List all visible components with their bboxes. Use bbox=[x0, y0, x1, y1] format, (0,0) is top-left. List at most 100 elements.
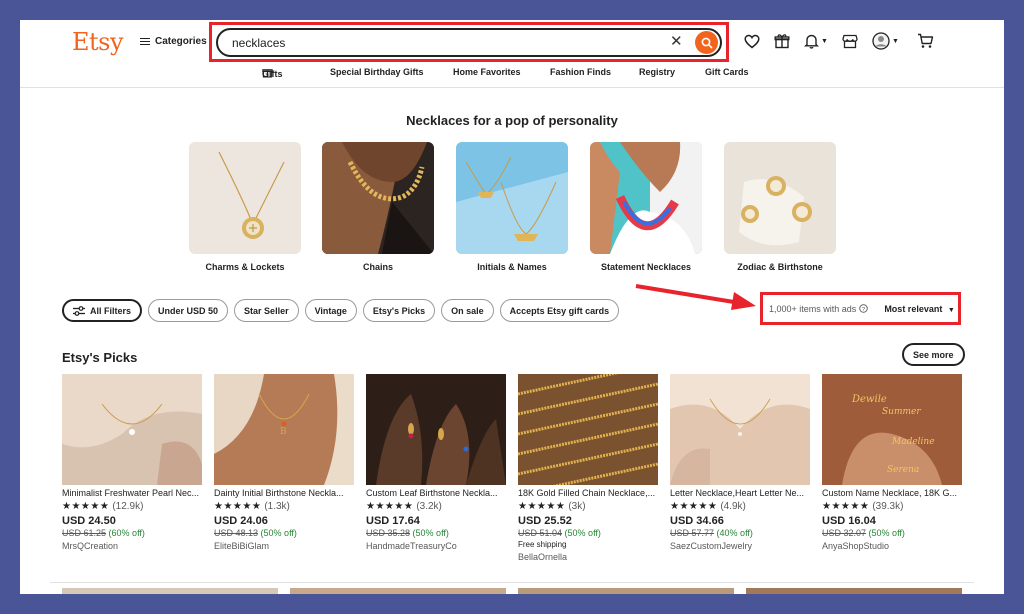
review-count: (3.2k) bbox=[416, 501, 442, 512]
product-rating: ★★★★★ (3.2k) bbox=[366, 501, 506, 512]
sort-dropdown[interactable]: Most relevant ▼ bbox=[884, 304, 954, 314]
product-image[interactable] bbox=[670, 374, 810, 485]
product-discount: USD 35.28 (50% off) bbox=[366, 528, 506, 538]
original-price: USD 61.25 bbox=[62, 528, 107, 538]
filter-chip-on-sale[interactable]: On sale bbox=[441, 299, 494, 322]
subnav-fashion-finds[interactable]: Fashion Finds bbox=[550, 67, 611, 77]
product-title[interactable]: Dainty Initial Birthstone Neckla... bbox=[214, 488, 354, 498]
product-price: USD 16.04 bbox=[822, 515, 876, 527]
category-card[interactable]: Charms & Lockets bbox=[189, 142, 301, 272]
product-card[interactable]: Minimalist Freshwater Pearl Nec... ★★★★★(… bbox=[62, 374, 202, 551]
browser-page: Etsy Categories ✕ ▼ bbox=[20, 20, 1004, 594]
category-card[interactable]: Zodiac & Birthstone bbox=[724, 142, 836, 272]
filter-chip-accepts-gift-cards[interactable]: Accepts Etsy gift cards bbox=[499, 299, 620, 322]
original-price: USD 35.28 bbox=[366, 528, 411, 538]
product-image[interactable]: B bbox=[214, 374, 354, 485]
shop-name[interactable]: BellaOrnella bbox=[518, 552, 658, 562]
discount-percent: (50% off) bbox=[868, 528, 905, 538]
review-count: (4.9k) bbox=[720, 501, 746, 512]
subnav-home-favorites[interactable]: Home Favorites bbox=[453, 67, 521, 77]
all-filters-button[interactable]: All Filters bbox=[62, 299, 143, 322]
see-more-button[interactable]: See more bbox=[902, 343, 965, 366]
gift-button[interactable] bbox=[774, 33, 790, 49]
filter-bar: All Filters Under USD 50 Star Seller Vin… bbox=[62, 299, 620, 322]
filter-icon bbox=[73, 305, 85, 316]
svg-text:Dewile: Dewile bbox=[851, 394, 887, 405]
subnav-gift-cards[interactable]: Gift Cards bbox=[705, 67, 749, 77]
results-highlight-box: 1,000+ items with ads ? Most relevant ▼ bbox=[760, 292, 961, 325]
shop-name[interactable]: MrsQCreation bbox=[62, 541, 202, 551]
product-price: USD 24.06 bbox=[214, 515, 268, 527]
sort-label: Most relevant bbox=[884, 303, 943, 314]
notifications-button[interactable]: ▼ bbox=[804, 33, 828, 49]
product-image-partial bbox=[290, 588, 506, 594]
product-title[interactable]: Custom Name Necklace, 18K G... bbox=[822, 488, 962, 498]
search-input[interactable] bbox=[232, 35, 652, 51]
product-image-partial bbox=[746, 588, 962, 594]
product-image[interactable] bbox=[62, 374, 202, 485]
shop-manager-button[interactable] bbox=[842, 33, 858, 49]
product-card[interactable]: Letter Necklace,Heart Letter Ne... ★★★★★(… bbox=[670, 374, 810, 551]
subnav-gifts[interactable]: Gifts bbox=[262, 67, 283, 79]
subnav-special-birthday-gifts[interactable]: Special Birthday Gifts bbox=[330, 67, 424, 77]
product-discount: USD 48.13 (50% off) bbox=[214, 528, 354, 538]
discount-percent: (50% off) bbox=[260, 528, 297, 538]
search-button[interactable] bbox=[695, 31, 718, 54]
store-icon bbox=[842, 34, 858, 49]
product-price: USD 24.50 bbox=[62, 515, 116, 527]
product-image[interactable] bbox=[366, 374, 506, 485]
search-icon bbox=[701, 37, 712, 48]
shop-name[interactable]: EliteBiBiGlam bbox=[214, 541, 354, 551]
product-image[interactable]: Dewile Summer Madeline Serena bbox=[822, 374, 962, 485]
product-discount: USD 57.77 (40% off) bbox=[670, 528, 810, 538]
product-price: USD 25.52 bbox=[518, 515, 572, 527]
etsy-logo[interactable]: Etsy bbox=[72, 28, 124, 56]
product-card[interactable]: B Dainty Initial Birthstone Neckla... ★★★★… bbox=[214, 374, 354, 551]
product-title[interactable]: 18K Gold Filled Chain Necklace,... bbox=[518, 488, 658, 498]
product-title[interactable]: Letter Necklace,Heart Letter Ne... bbox=[670, 488, 810, 498]
product-image[interactable] bbox=[518, 374, 658, 485]
original-price: USD 51.04 bbox=[518, 528, 563, 538]
star-rating-icon: ★★★★★ bbox=[366, 501, 414, 512]
product-title[interactable]: Minimalist Freshwater Pearl Nec... bbox=[62, 488, 202, 498]
star-rating-icon: ★★★★★ bbox=[518, 501, 566, 512]
sub-navigation: Gifts Special Birthday Gifts Home Favori… bbox=[20, 65, 1004, 81]
discount-percent: (50% off) bbox=[564, 528, 601, 538]
annotation-arrow bbox=[635, 284, 756, 310]
bell-icon bbox=[804, 34, 819, 49]
category-label: Statement Necklaces bbox=[600, 262, 692, 272]
info-icon[interactable]: ? bbox=[859, 304, 869, 313]
header-actions: ▼ ▼ bbox=[744, 32, 934, 50]
product-title[interactable]: Custom Leaf Birthstone Neckla... bbox=[366, 488, 506, 498]
categories-button[interactable]: Categories bbox=[140, 36, 207, 47]
filter-chip-under-usd-50[interactable]: Under USD 50 bbox=[148, 299, 229, 322]
product-card[interactable]: Dewile Summer Madeline Serena Custom Name Ne… bbox=[822, 374, 962, 551]
favorites-button[interactable] bbox=[744, 34, 760, 49]
category-card[interactable]: Statement Necklaces bbox=[590, 142, 702, 272]
product-card[interactable]: Custom Leaf Birthstone Neckla... ★★★★★ (3.… bbox=[366, 374, 506, 551]
category-image bbox=[189, 142, 301, 254]
shop-name[interactable]: AnyaShopStudio bbox=[822, 541, 962, 551]
shop-name[interactable]: SaezCustomJewelry bbox=[670, 541, 810, 551]
filter-chip-vintage[interactable]: Vintage bbox=[304, 299, 357, 322]
category-card[interactable]: Initials & Names bbox=[456, 142, 568, 272]
product-card[interactable]: 18K Gold Filled Chain Necklace,... ★★★★★ (… bbox=[518, 374, 658, 562]
product-rating: ★★★★★ (4.9k) bbox=[670, 501, 810, 512]
subnav-gifts-label: Gifts bbox=[262, 69, 283, 79]
account-button[interactable]: ▼ bbox=[872, 32, 899, 50]
shop-name[interactable]: HandmadeTreasuryCo bbox=[366, 541, 506, 551]
filter-chip-etsys-picks[interactable]: Etsy's Picks bbox=[362, 299, 436, 322]
search-bar: ✕ bbox=[216, 28, 722, 57]
original-price: USD 57.77 bbox=[670, 528, 715, 538]
clear-icon[interactable]: ✕ bbox=[670, 33, 683, 51]
category-card[interactable]: Chains bbox=[322, 142, 434, 272]
filter-chip-star-seller[interactable]: Star Seller bbox=[234, 299, 299, 322]
user-avatar-icon bbox=[872, 32, 890, 50]
results-count: 1,000+ items with ads ? bbox=[769, 304, 869, 314]
cart-button[interactable] bbox=[917, 33, 934, 49]
category-label: Initials & Names bbox=[477, 262, 547, 272]
chevron-down-icon: ▼ bbox=[947, 306, 955, 314]
subnav-registry[interactable]: Registry bbox=[639, 67, 675, 77]
divider bbox=[50, 582, 974, 583]
star-rating-icon: ★★★★★ bbox=[670, 501, 718, 512]
